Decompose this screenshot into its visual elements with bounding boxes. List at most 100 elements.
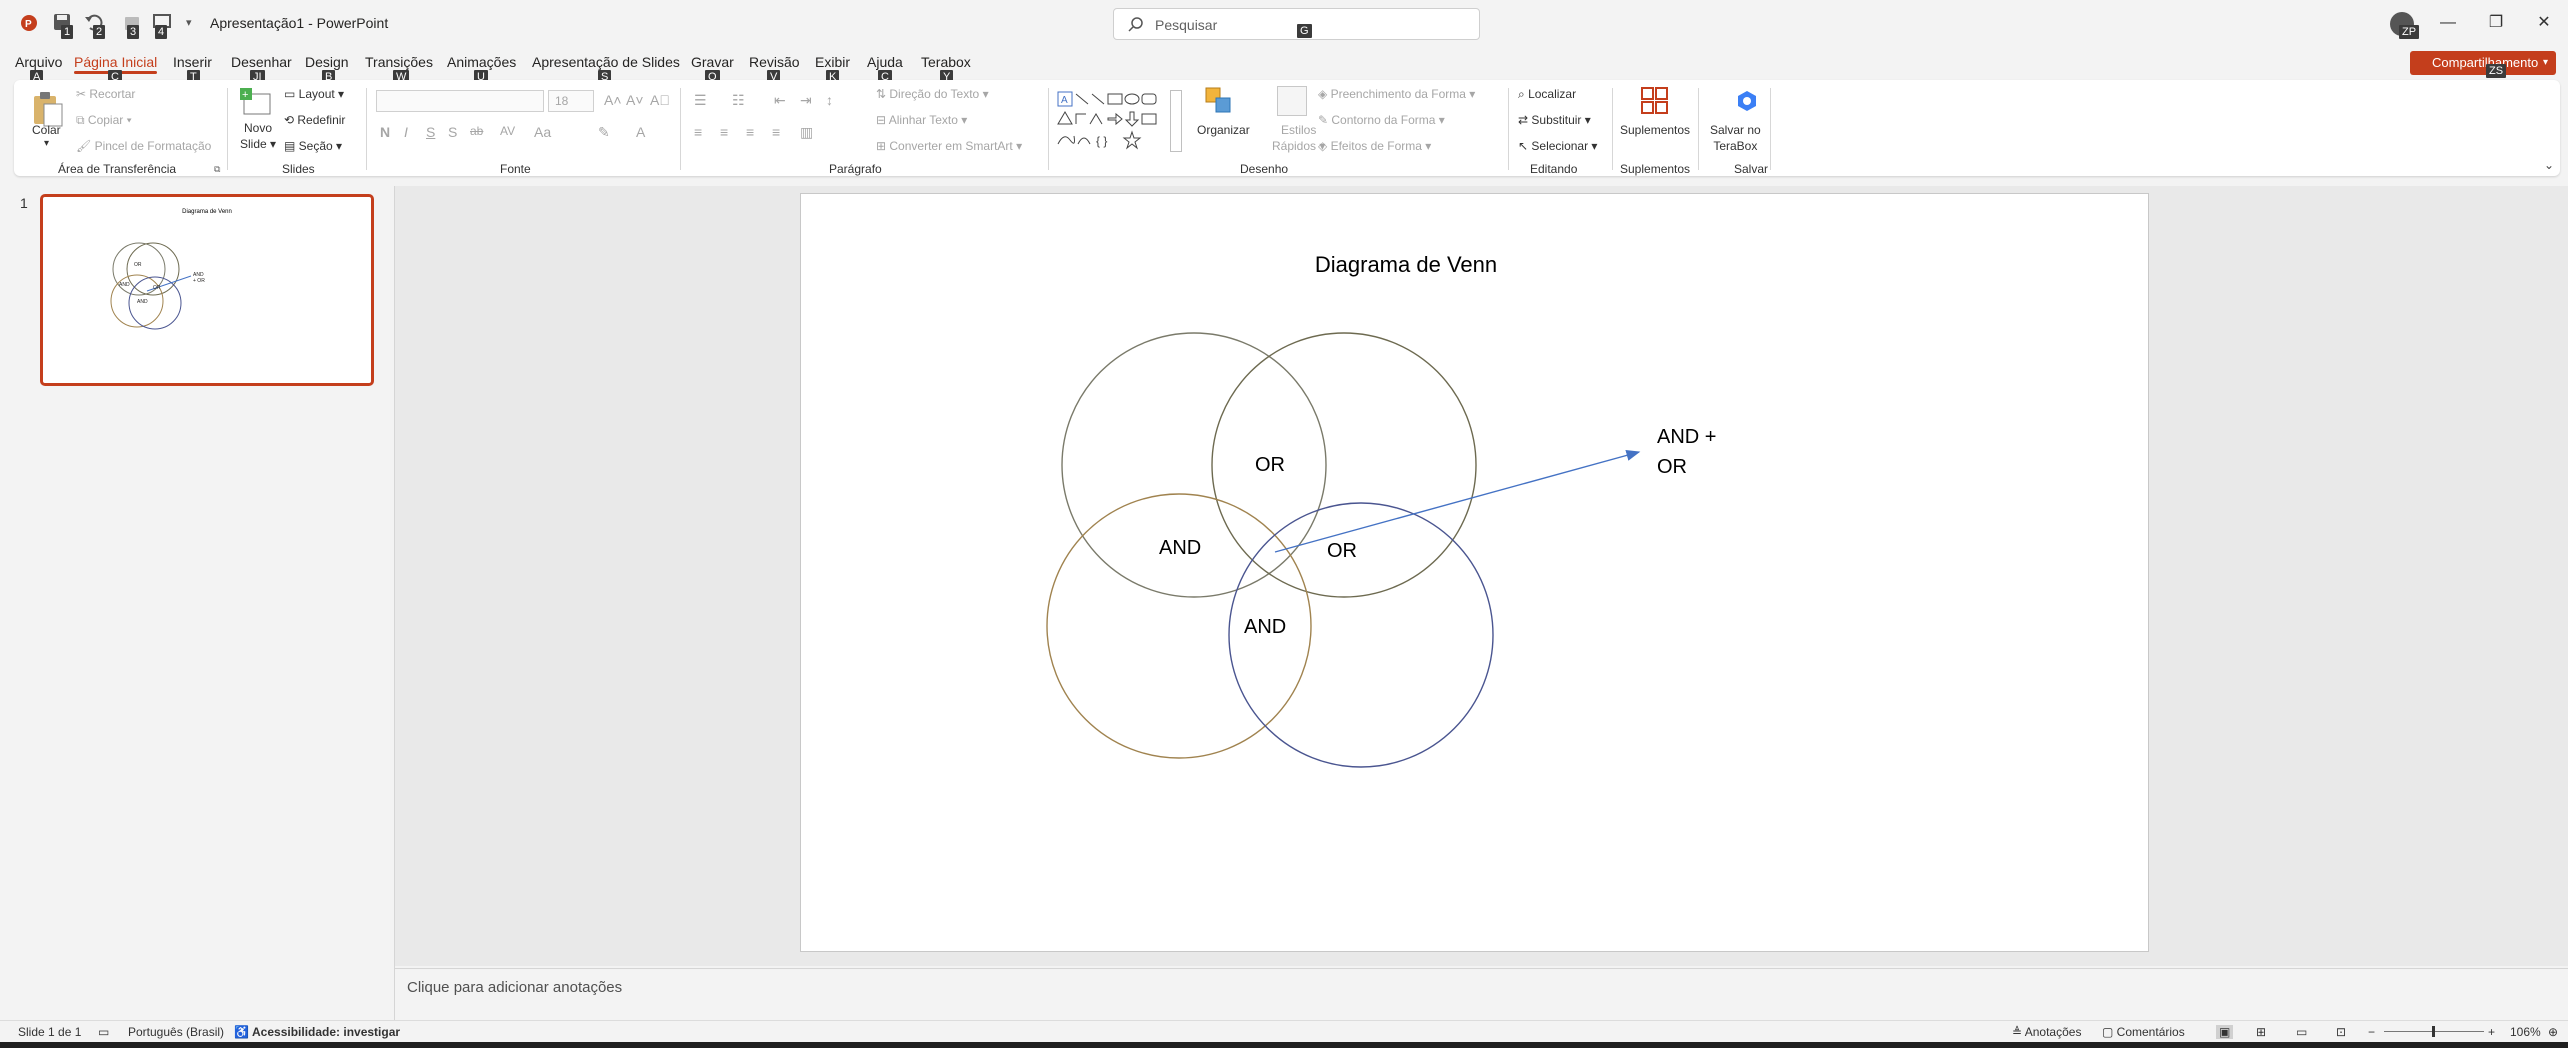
shapes-gallery[interactable]: A { } [1056,90,1166,152]
fit-slide-icon[interactable]: ⊕ [2548,1025,2558,1039]
label-or-top[interactable]: OR [1255,454,1285,477]
slide[interactable]: Diagrama de Venn OR AND OR AND AND + OR [800,193,2149,952]
shrink-font-icon[interactable]: A˅ [626,92,644,108]
terabox-icon[interactable] [1734,88,1760,114]
shape-effects-button[interactable]: ◇ Efeitos de Forma ▾ [1318,139,1431,153]
increase-indent-icon[interactable]: ⇥ [800,92,812,109]
grow-font-icon[interactable]: A˄ [604,92,622,108]
tab-animacoes[interactable]: Animações [447,54,516,70]
font-color-icon[interactable]: A [636,124,645,140]
font-family-select[interactable] [376,90,544,112]
tab-exibir[interactable]: Exibir [815,54,850,70]
slide-info[interactable]: Slide 1 de 1 [18,1025,81,1039]
share-button[interactable]: Compartilhamento ▾ [2410,51,2556,75]
slide-thumbnail[interactable]: Diagrama de Venn OR AND OR AND AND + OR [40,194,374,386]
arrange-label[interactable]: Organizar [1197,122,1250,138]
notes-pane[interactable]: Clique para adicionar anotações [395,968,2568,1020]
shapes-scroll[interactable] [1170,90,1182,152]
tab-inserir[interactable]: Inserir [173,54,212,70]
collapse-ribbon-icon[interactable]: ⌄ [2544,158,2554,172]
select-button[interactable]: ↖ Selecionar ▾ [1518,139,1597,153]
zoom-out-icon[interactable]: − [2368,1025,2375,1039]
zoom-in-icon[interactable]: + [2488,1025,2495,1039]
align-center-icon[interactable]: ≡ [720,124,728,140]
shape-outline-button[interactable]: ✎ Contorno da Forma ▾ [1318,113,1445,127]
line-spacing-icon[interactable]: ↕ [826,92,833,108]
cut-button[interactable]: ✂ Recortar [76,87,135,101]
tab-desenhar[interactable]: Desenhar [231,54,292,70]
smartart-button[interactable]: ⊞ Converter em SmartArt ▾ [876,139,1022,153]
align-left-icon[interactable]: ≡ [694,124,702,140]
svg-text:P: P [25,19,32,30]
save-terabox-label[interactable]: Salvar no TeraBox [1710,122,1761,154]
zoom-level[interactable]: 106% [2510,1025,2541,1039]
bullets-icon[interactable]: ☰ [694,92,707,109]
label-or-right[interactable]: OR [1327,540,1357,563]
new-slide-icon[interactable]: + [240,88,274,122]
quick-styles-icon[interactable] [1277,86,1307,116]
reading-view-icon[interactable]: ▭ [2296,1025,2307,1039]
separator [680,88,681,170]
new-slide-label[interactable]: Novo Slide ▾ [240,120,276,152]
decrease-indent-icon[interactable]: ⇤ [774,92,786,109]
clear-format-icon[interactable]: A⃠ [650,92,670,108]
addins-icon[interactable] [1640,86,1670,116]
restore-button[interactable]: ❐ [2472,0,2520,46]
close-button[interactable]: ✕ [2520,0,2568,46]
tab-arquivo[interactable]: Arquivo [15,54,62,70]
char-spacing-button[interactable]: AV [500,124,515,138]
highlight-icon[interactable]: ✎ [598,124,610,141]
notes-toggle-button[interactable]: ≜ Anotações [2012,1025,2081,1039]
minimize-button[interactable]: — [2424,0,2472,46]
copy-button[interactable]: ⧉ Copiar ▾ [76,113,132,128]
layout-button[interactable]: ▭ Layout ▾ [284,87,344,101]
addins-label[interactable]: Suplementos [1620,122,1690,138]
tab-transicoes[interactable]: Transições [365,54,433,70]
accessibility-status[interactable]: Acessibilidade: investigar [252,1025,400,1039]
strikethrough-button[interactable]: ab [470,124,483,138]
tab-terabox[interactable]: Terabox [921,54,971,70]
tab-pagina-inicial[interactable]: Página Inicial [74,54,158,74]
slide-sorter-icon[interactable]: ⊞ [2256,1025,2266,1039]
change-case-icon[interactable]: Aa [534,124,551,140]
shadow-button[interactable]: S [448,124,457,140]
normal-view-icon[interactable]: ▣ [2216,1025,2234,1039]
underline-button[interactable]: S [426,124,435,140]
section-button[interactable]: ▤ Seção ▾ [284,139,342,153]
separator [1048,88,1049,170]
annotation-label[interactable]: AND + OR [1657,422,1716,482]
dialog-launcher-icon[interactable]: ⧉ [214,164,220,175]
arrange-icon[interactable] [1204,86,1234,116]
text-direction-button[interactable]: ⇅ Direção do Texto ▾ [876,87,989,101]
font-size-select[interactable]: 18 [548,90,594,112]
columns-icon[interactable]: ▥ [800,124,813,141]
tab-design[interactable]: Design [305,54,349,70]
paste-label[interactable]: Colar [32,122,61,138]
tab-apresentacao[interactable]: Apresentação de Slides [532,54,680,70]
replace-button[interactable]: ⇄ Substituir ▾ [1518,113,1591,127]
format-painter-button[interactable]: 🖌 Pincel de Formatação [76,139,211,153]
slideshow-view-icon[interactable]: ⊡ [2336,1025,2346,1039]
tab-gravar[interactable]: Gravar [691,54,734,70]
shape-fill-button[interactable]: ◈ Preenchimento da Forma ▾ [1318,87,1475,101]
align-right-icon[interactable]: ≡ [746,124,754,140]
annotation-arrow[interactable] [1274,449,1641,553]
reset-button[interactable]: ⟲ Redefinir [284,113,345,127]
align-text-button[interactable]: ⊟ Alinhar Texto ▾ [876,113,967,127]
numbering-icon[interactable]: ☷ [732,92,745,109]
separator [227,88,228,170]
find-button[interactable]: ⌕ Localizar [1518,87,1576,102]
zoom-slider-thumb[interactable] [2432,1026,2435,1037]
justify-icon[interactable]: ≡ [772,124,780,140]
tab-ajuda[interactable]: Ajuda [867,54,903,70]
tab-revisao[interactable]: Revisão [749,54,800,70]
label-and-bottom[interactable]: AND [1244,616,1286,639]
label-and-left[interactable]: AND [1159,537,1201,560]
italic-button[interactable]: I [404,124,408,140]
chevron-down-icon[interactable]: ▾ [44,138,49,149]
bold-button[interactable]: N [380,124,390,140]
comments-button[interactable]: ▢ Comentários [2102,1025,2185,1039]
customize-qat-icon[interactable]: ▾ [186,16,192,29]
language-status[interactable]: Português (Brasil) [128,1025,224,1039]
notes-page-icon[interactable]: ▭ [98,1025,109,1039]
